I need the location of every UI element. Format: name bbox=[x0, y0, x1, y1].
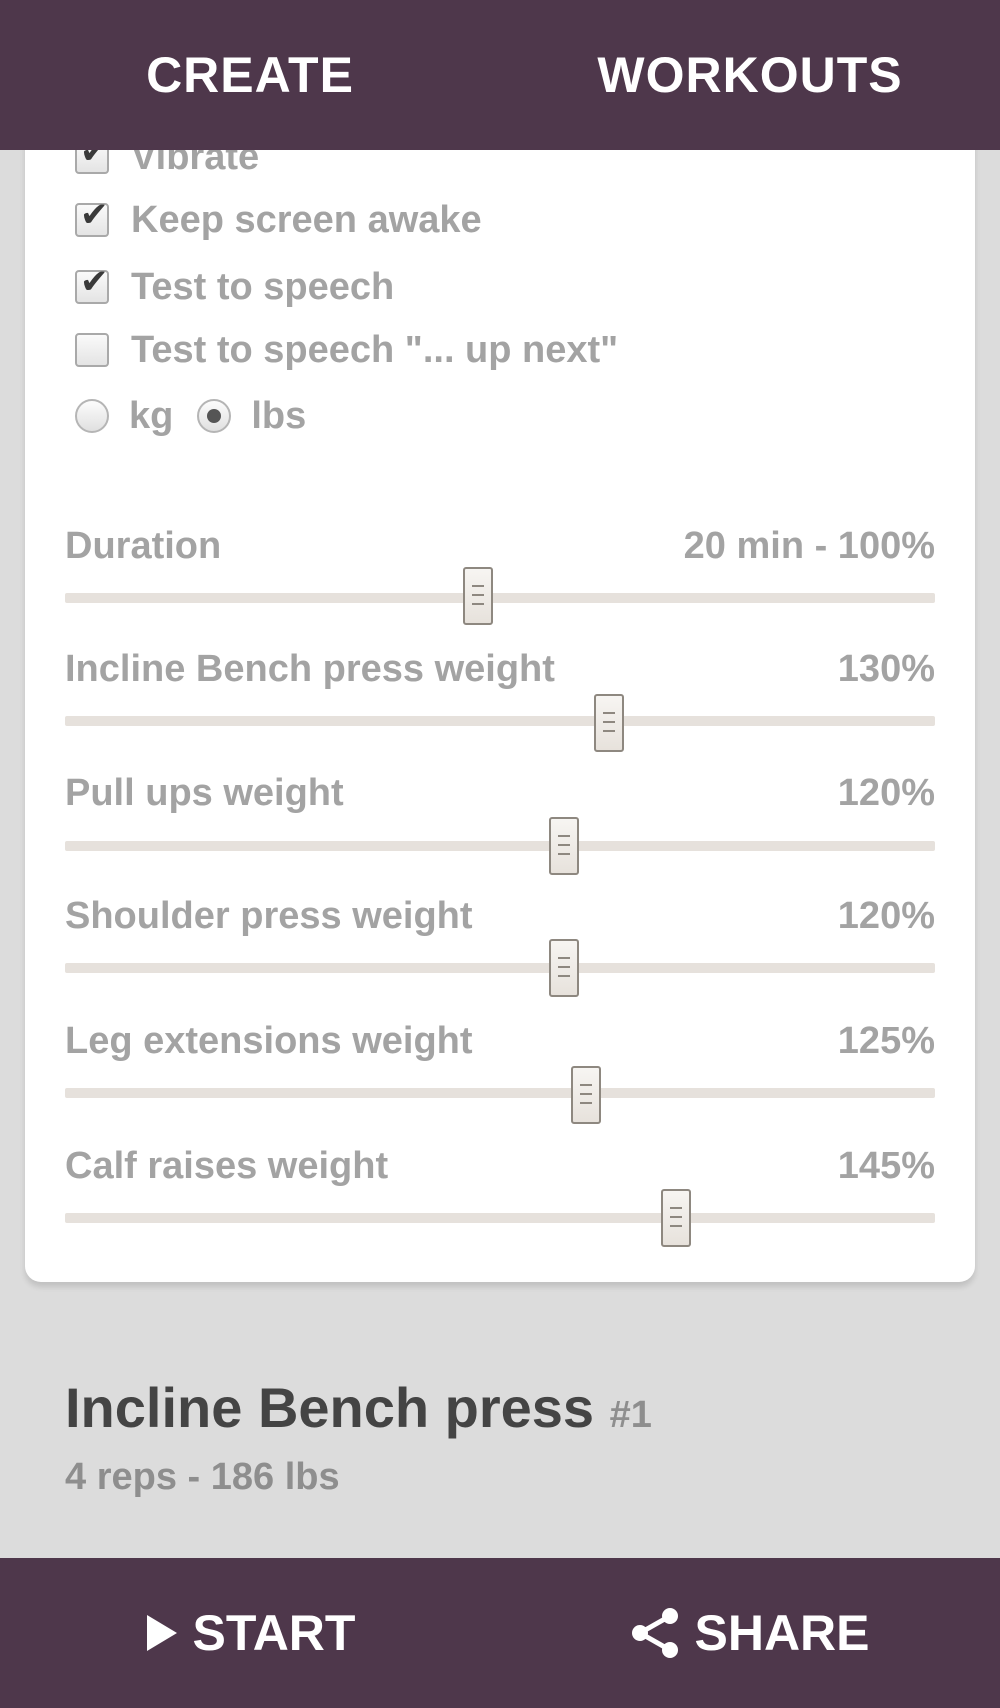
tab-create[interactable]: CREATE bbox=[0, 0, 500, 150]
share-label: SHARE bbox=[694, 1605, 870, 1661]
calf-raises-weight-label: Calf raises weight bbox=[65, 1145, 389, 1187]
text-to-speech-label: Test to speech bbox=[131, 265, 395, 308]
text-to-speech-checkbox[interactable]: ✔ bbox=[75, 263, 109, 304]
shoulder-press-weight-slider[interactable] bbox=[65, 939, 935, 997]
text-to-speech-up-next-option[interactable]: Test to speech "... up next" bbox=[75, 328, 618, 372]
unit-radio-group: kg lbs bbox=[75, 394, 306, 438]
current-exercise-title: Incline Bench press #1 bbox=[65, 1375, 652, 1440]
keep-screen-awake-checkbox[interactable]: ✔ bbox=[75, 196, 109, 237]
text-to-speech-up-next-checkbox[interactable] bbox=[75, 333, 109, 367]
keep-screen-awake-option[interactable]: ✔ Keep screen awake bbox=[75, 196, 482, 242]
duration-slider-thumb[interactable] bbox=[463, 567, 494, 625]
pull-ups-weight-slider[interactable] bbox=[65, 817, 935, 875]
incline-bench-press-weight-slider-thumb[interactable] bbox=[593, 694, 624, 752]
lbs-label: lbs bbox=[251, 394, 307, 437]
kg-label: kg bbox=[129, 394, 174, 437]
lbs-radio[interactable] bbox=[197, 399, 232, 433]
start-label: START bbox=[192, 1605, 356, 1661]
calf-raises-weight-slider[interactable] bbox=[65, 1189, 935, 1247]
start-button[interactable]: START bbox=[0, 1558, 500, 1708]
current-exercise-details: 4 reps - 186 lbs bbox=[65, 1456, 340, 1498]
duration-slider[interactable] bbox=[65, 567, 935, 625]
incline-bench-press-weight-slider[interactable] bbox=[65, 694, 935, 752]
incline-bench-press-weight-value: 130% bbox=[837, 648, 935, 690]
bottom-action-bar: START SHARE bbox=[0, 1558, 1000, 1708]
current-exercise-name: Incline Bench press bbox=[65, 1376, 595, 1439]
text-to-speech-up-next-label: Test to speech "... up next" bbox=[131, 328, 619, 371]
tab-workouts[interactable]: WORKOUTS bbox=[500, 0, 1000, 150]
shoulder-press-weight-slider-thumb[interactable] bbox=[549, 939, 580, 997]
kg-radio[interactable] bbox=[75, 399, 109, 433]
leg-extensions-weight-slider-thumb[interactable] bbox=[571, 1066, 602, 1124]
settings-content: ✔ Vibrate ✔ Keep screen awake ✔ Test to … bbox=[0, 0, 1000, 1558]
keep-screen-awake-label: Keep screen awake bbox=[131, 198, 482, 241]
share-button[interactable]: SHARE bbox=[500, 1558, 1000, 1708]
top-tab-bar: CREATE WORKOUTS bbox=[0, 0, 1000, 150]
leg-extensions-weight-value: 125% bbox=[837, 1020, 935, 1062]
shoulder-press-weight-value: 120% bbox=[837, 895, 935, 937]
calf-raises-weight-value: 145% bbox=[837, 1145, 935, 1187]
calf-raises-weight-slider-thumb[interactable] bbox=[660, 1189, 691, 1247]
incline-bench-press-weight-label: Incline Bench press weight bbox=[65, 648, 555, 690]
duration-value: 20 min - 100% bbox=[683, 525, 935, 567]
duration-label: Duration bbox=[65, 525, 222, 567]
pull-ups-weight-label: Pull ups weight bbox=[65, 772, 344, 814]
pull-ups-weight-slider-thumb[interactable] bbox=[549, 817, 580, 875]
share-icon bbox=[632, 1608, 679, 1658]
play-icon bbox=[146, 1615, 177, 1651]
text-to-speech-option[interactable]: ✔ Test to speech bbox=[75, 263, 395, 309]
leg-extensions-weight-slider[interactable] bbox=[65, 1066, 935, 1124]
leg-extensions-weight-label: Leg extensions weight bbox=[65, 1020, 473, 1062]
pull-ups-weight-value: 120% bbox=[837, 772, 935, 814]
current-exercise-number: #1 bbox=[609, 1394, 652, 1436]
shoulder-press-weight-label: Shoulder press weight bbox=[65, 895, 473, 937]
